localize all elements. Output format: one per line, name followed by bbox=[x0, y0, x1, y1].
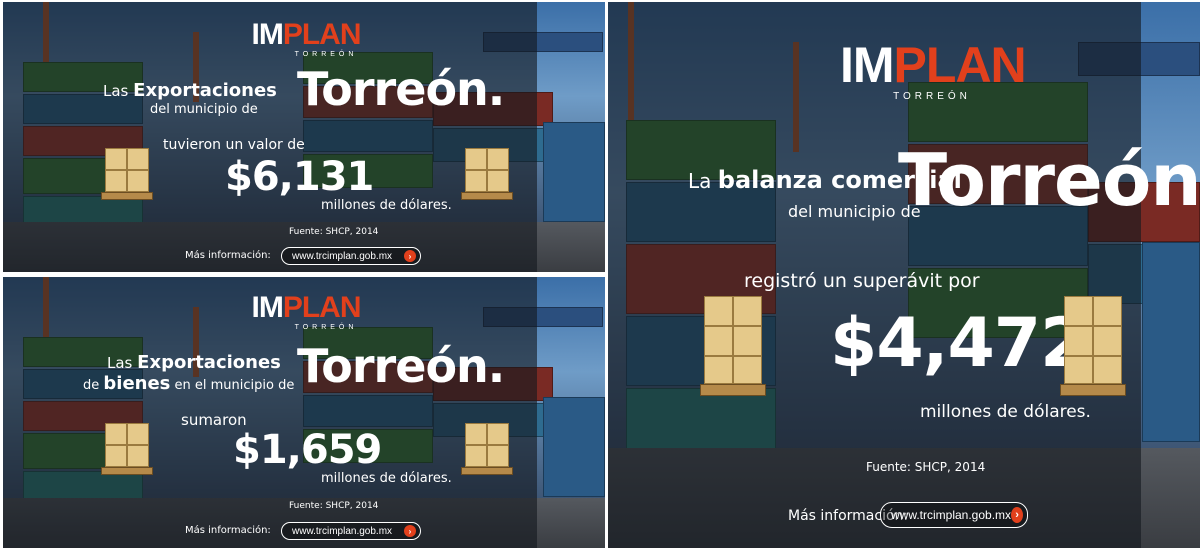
infographic-exports-panel: IMPLAN TORREÓN Las Exportaciones del mun… bbox=[3, 2, 605, 272]
city-name: Torreón. bbox=[297, 62, 505, 116]
pallet-boxes-icon bbox=[461, 417, 513, 475]
city-name: Torreón. bbox=[898, 138, 1200, 222]
website-url-text: www.trcimplan.gob.mx bbox=[292, 525, 393, 537]
headline-line1: Las Exportaciones bbox=[103, 80, 277, 101]
website-link[interactable]: www.trcimplan.gob.mx › bbox=[281, 247, 421, 265]
arrow-right-icon: › bbox=[1011, 507, 1023, 523]
website-url-text: www.trcimplan.gob.mx bbox=[292, 250, 393, 262]
amount-value: $4,472 bbox=[830, 304, 1087, 383]
amount-unit: millones de dólares. bbox=[321, 198, 452, 213]
more-info-label: Más información: bbox=[185, 250, 271, 261]
amount-value: $6,131 bbox=[225, 154, 374, 200]
website-link[interactable]: www.trcimplan.gob.mx › bbox=[880, 502, 1028, 528]
amount-unit: millones de dólares. bbox=[321, 471, 452, 486]
website-url-text: www.trcimplan.gob.mx bbox=[891, 508, 1012, 522]
implan-logo: IMPLAN TORREÓN bbox=[840, 37, 1027, 102]
implan-logo: IMPLAN TORREÓN bbox=[251, 291, 362, 332]
pallet-boxes-icon bbox=[700, 292, 766, 396]
source-note: Fuente: SHCP, 2014 bbox=[866, 460, 986, 474]
value-intro: registró un superávit por bbox=[744, 270, 980, 292]
infographic-goods-exports-panel: IMPLAN TORREÓN Las Exportaciones de bien… bbox=[3, 277, 605, 548]
headline-line2: del municipio de bbox=[150, 102, 258, 117]
headline-line1: Las Exportaciones bbox=[107, 352, 281, 373]
pallet-boxes-icon bbox=[101, 417, 153, 475]
headline-line2: de bienes en el municipio de bbox=[83, 373, 295, 394]
amount-unit: millones de dólares. bbox=[920, 402, 1091, 422]
more-info-label: Más información: bbox=[185, 525, 271, 536]
city-name: Torreón. bbox=[297, 339, 505, 393]
pallet-boxes-icon bbox=[1060, 292, 1126, 396]
value-intro: tuvieron un valor de bbox=[163, 137, 305, 153]
arrow-right-icon: › bbox=[404, 525, 416, 537]
implan-logo: IMPLAN TORREÓN bbox=[251, 18, 362, 59]
pallet-boxes-icon bbox=[461, 142, 513, 200]
pallet-boxes-icon bbox=[101, 142, 153, 200]
infographic-trade-balance-panel: IMPLAN TORREÓN La balanza comercial del … bbox=[608, 2, 1200, 548]
source-note: Fuente: SHCP, 2014 bbox=[289, 501, 379, 511]
arrow-right-icon: › bbox=[404, 250, 416, 262]
amount-value: $1,659 bbox=[233, 427, 382, 473]
source-note: Fuente: SHCP, 2014 bbox=[289, 227, 379, 237]
website-link[interactable]: www.trcimplan.gob.mx › bbox=[281, 522, 421, 540]
